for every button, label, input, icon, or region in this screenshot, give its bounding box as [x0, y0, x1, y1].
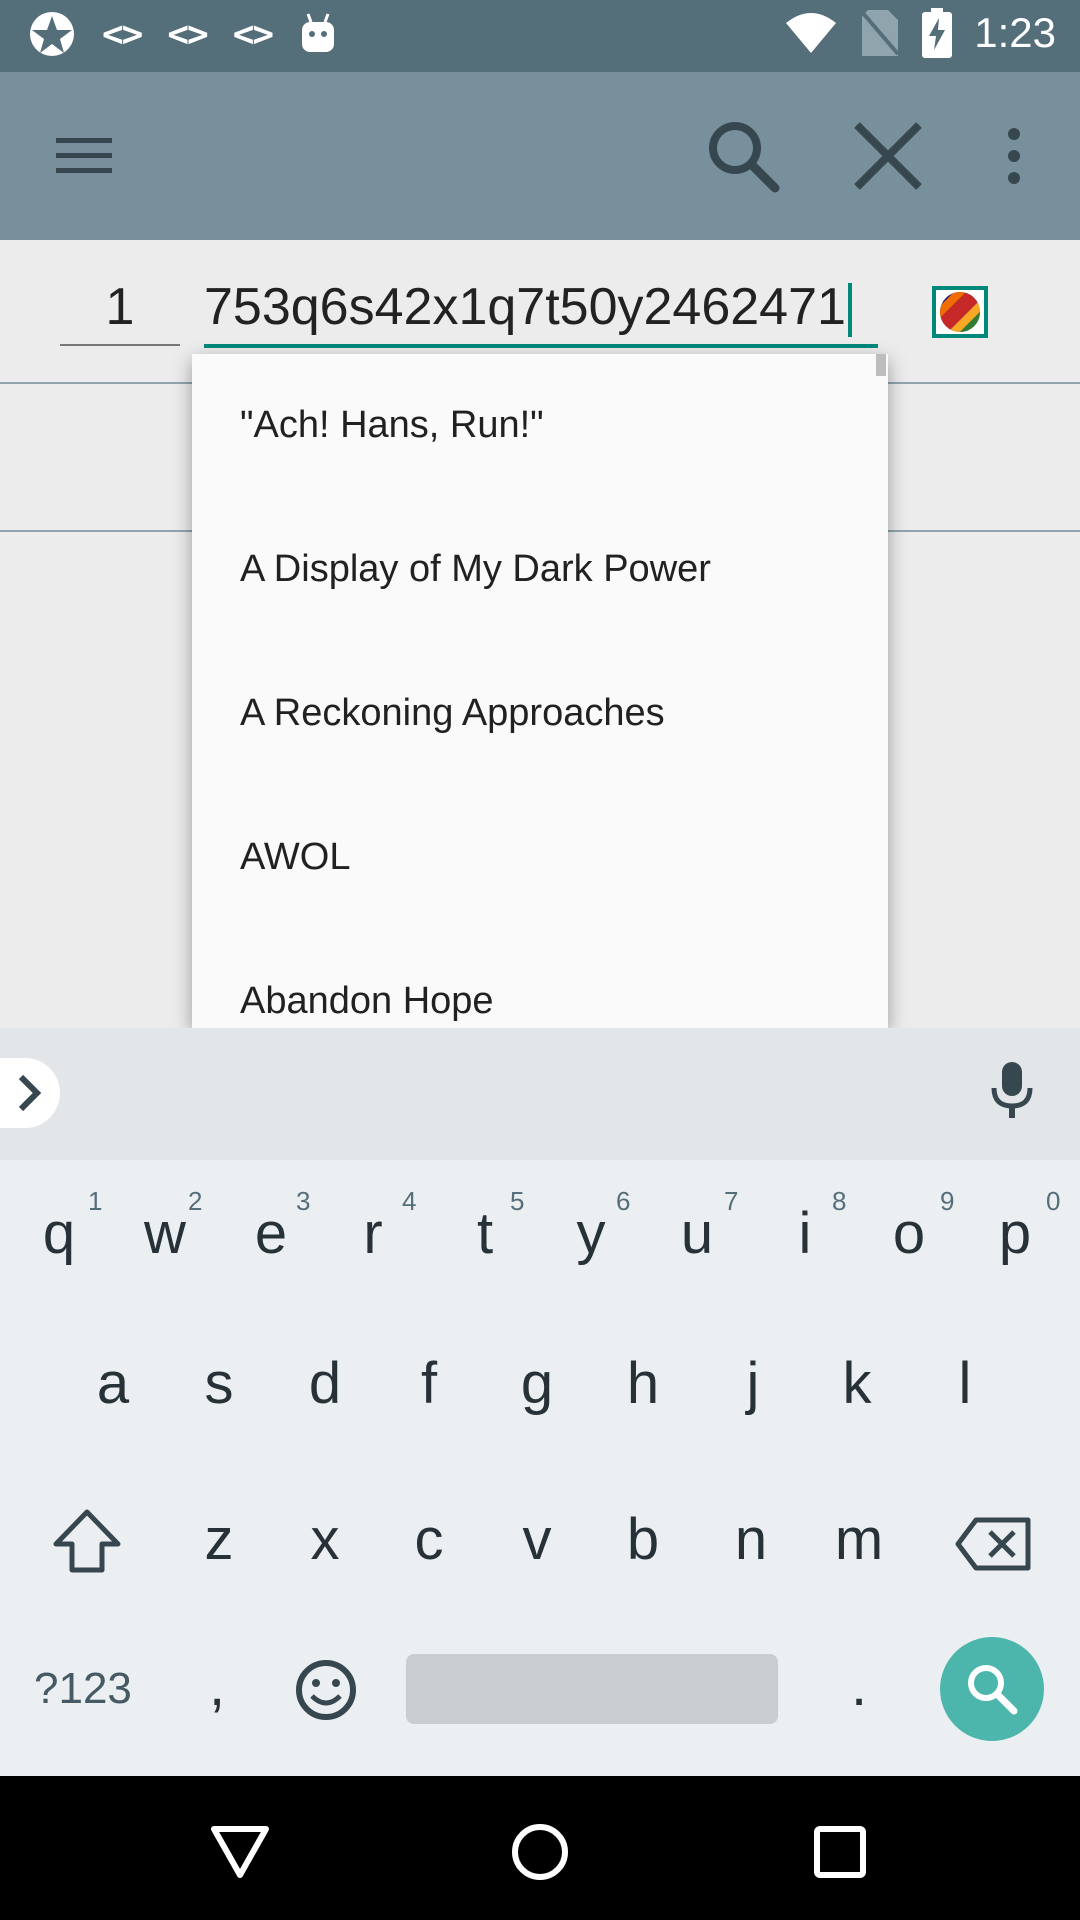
home-icon: [512, 1824, 568, 1880]
backspace-icon: [955, 1517, 1031, 1571]
key-a[interactable]: a: [68, 1350, 158, 1417]
scrollbar-thumb[interactable]: [876, 354, 886, 376]
keyboard-suggestion-strip: [0, 1028, 1080, 1160]
navigation-bar: [0, 1776, 1080, 1920]
key-l[interactable]: l: [920, 1350, 1010, 1417]
key-j[interactable]: j: [708, 1350, 798, 1417]
status-bar: <> <> <> 1:23: [0, 0, 1080, 72]
dropdown-item[interactable]: A Display of My Dark Power: [240, 548, 711, 591]
back-icon: [211, 1826, 269, 1878]
key-d[interactable]: d: [280, 1350, 370, 1417]
key-hint-3: 3: [296, 1186, 311, 1216]
key-v[interactable]: v: [492, 1506, 582, 1573]
key-b[interactable]: b: [598, 1506, 688, 1573]
dropdown-item[interactable]: AWOL: [240, 836, 351, 879]
key-f[interactable]: f: [384, 1350, 474, 1417]
key-h[interactable]: h: [598, 1350, 688, 1417]
search-icon: [968, 1665, 1018, 1715]
dropdown-item[interactable]: Abandon Hope: [240, 980, 494, 1023]
key-hint-4: 4: [402, 1186, 417, 1216]
android-icon: [302, 13, 335, 52]
code-icon: <>: [102, 13, 143, 55]
app-toolbar: [0, 72, 1080, 240]
emoji-key[interactable]: [294, 1658, 358, 1727]
back-button[interactable]: [200, 1812, 280, 1892]
text-cursor: [847, 283, 852, 338]
code-icon: <>: [167, 13, 208, 55]
key-hint-8: 8: [832, 1186, 847, 1216]
recents-button[interactable]: [800, 1812, 880, 1892]
no-sim-icon: [860, 10, 900, 56]
search-icon: [709, 122, 780, 193]
recents-icon: [814, 1826, 866, 1878]
status-right-icons: 1:23: [784, 8, 1056, 58]
voice-input-button[interactable]: [990, 1060, 1034, 1125]
key-hint-7: 7: [724, 1186, 739, 1216]
close-icon: [854, 122, 922, 190]
expand-toolbar-button[interactable]: [0, 1058, 60, 1128]
space-key[interactable]: [406, 1654, 778, 1724]
query-input[interactable]: 753q6s42x1q7t50y2462471: [204, 274, 878, 348]
comma-key[interactable]: ,: [172, 1652, 262, 1719]
key-c[interactable]: c: [384, 1506, 474, 1573]
wifi-icon: [786, 13, 837, 53]
emoji-icon: [296, 1660, 356, 1720]
key-hint-9: 9: [940, 1186, 955, 1216]
query-text: 753q6s42x1q7t50y2462471: [204, 278, 846, 336]
search-action-key[interactable]: [940, 1637, 1044, 1741]
overflow-menu-button[interactable]: [964, 106, 1064, 206]
more-vert-icon: [1008, 128, 1020, 184]
key-hint-2: 2: [188, 1186, 203, 1216]
number-field[interactable]: 1: [60, 274, 180, 346]
close-button[interactable]: [838, 106, 938, 206]
app-star-icon: [30, 12, 74, 56]
shift-key[interactable]: [52, 1508, 122, 1579]
key-hint-1: 1: [88, 1186, 103, 1216]
key-s[interactable]: s: [174, 1350, 264, 1417]
menu-icon: [56, 138, 112, 173]
battery-charging-icon: [922, 8, 953, 58]
home-button[interactable]: [500, 1812, 580, 1892]
menu-button[interactable]: [34, 106, 134, 206]
chevron-right-icon: [18, 1074, 42, 1112]
key-z[interactable]: z: [174, 1506, 264, 1573]
key-n[interactable]: n: [706, 1506, 796, 1573]
key-k[interactable]: k: [812, 1350, 902, 1417]
color-wheel-icon: [940, 292, 980, 332]
shift-icon: [53, 1509, 121, 1573]
search-button[interactable]: [693, 106, 793, 206]
autocomplete-dropdown: "Ach! Hans, Run!" A Display of My Dark P…: [192, 354, 888, 1028]
key-hint-6: 6: [616, 1186, 631, 1216]
clock-time: 1:23: [974, 9, 1056, 56]
backspace-key[interactable]: [954, 1516, 1032, 1577]
status-left-icons: <> <> <>: [28, 10, 338, 58]
key-x[interactable]: x: [280, 1506, 370, 1573]
symbols-key[interactable]: ?123: [34, 1664, 132, 1714]
mic-icon: [991, 1062, 1033, 1118]
key-hint-5: 5: [510, 1186, 525, 1216]
period-key[interactable]: .: [814, 1652, 904, 1719]
code-icon: <>: [232, 13, 274, 55]
dropdown-item[interactable]: A Reckoning Approaches: [240, 692, 665, 735]
key-m[interactable]: m: [814, 1506, 904, 1573]
key-g[interactable]: g: [492, 1350, 582, 1417]
dropdown-item[interactable]: "Ach! Hans, Run!": [240, 404, 544, 447]
key-hint-0: 0: [1046, 1186, 1061, 1216]
color-picker-button[interactable]: [932, 286, 988, 338]
